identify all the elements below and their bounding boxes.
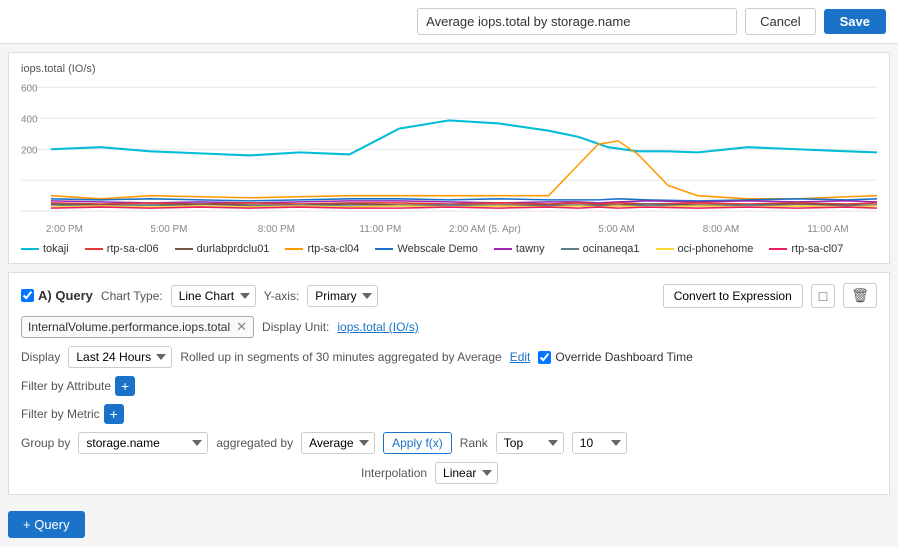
header-bar: Cancel Save: [0, 0, 898, 44]
legend-durlabprdclu01: durlabprdclu01: [175, 243, 270, 255]
display-unit-label: Display Unit:: [262, 320, 329, 334]
query-row-3: Display Last 24 Hours Rolled up in segme…: [21, 346, 877, 368]
aggregated-by-select[interactable]: Average: [301, 432, 375, 454]
query-checkbox[interactable]: [21, 289, 34, 302]
svg-text:11:00 PM: 11:00 PM: [359, 224, 401, 235]
rolled-text: Rolled up in segments of 30 minutes aggr…: [180, 350, 501, 364]
filter-attribute-label: Filter by Attribute: [21, 379, 111, 393]
legend-webscale-demo: Webscale Demo: [375, 243, 478, 255]
legend-tawny: tawny: [494, 243, 545, 255]
query-label: A) Query: [38, 288, 93, 303]
aggregated-by-label: aggregated by: [216, 436, 293, 450]
metric-tag: InternalVolume.performance.iops.total ✕: [21, 316, 254, 338]
display-unit-value[interactable]: iops.total (IO/s): [337, 320, 418, 334]
metric-tag-remove[interactable]: ✕: [236, 319, 247, 335]
query-row-1: A) Query Chart Type: Line Chart Y-axis: …: [21, 283, 877, 308]
svg-text:8:00 AM: 8:00 AM: [703, 224, 739, 235]
delete-icon-button[interactable]: 🗑: [843, 283, 877, 308]
svg-text:5:00 AM: 5:00 AM: [598, 224, 634, 235]
svg-text:11:00 AM: 11:00 AM: [807, 224, 848, 235]
override-label[interactable]: Override Dashboard Time: [538, 350, 692, 364]
query-row-interpolation: Interpolation Linear Step: [361, 462, 877, 484]
svg-text:2:00 PM: 2:00 PM: [46, 224, 83, 235]
svg-text:600: 600: [21, 83, 38, 94]
query-row-filter-attr: Filter by Attribute +: [21, 376, 877, 396]
cancel-button[interactable]: Cancel: [745, 8, 815, 35]
save-button[interactable]: Save: [824, 9, 886, 34]
chart-type-select[interactable]: Line Chart: [171, 285, 256, 307]
legend-ocinaneqa1: ocinaneqa1: [561, 243, 640, 255]
edit-link[interactable]: Edit: [510, 350, 531, 364]
convert-to-expression-button[interactable]: Convert to Expression: [663, 284, 803, 308]
query-section: A) Query Chart Type: Line Chart Y-axis: …: [8, 272, 890, 495]
time-range-select[interactable]: Last 24 Hours: [68, 346, 172, 368]
override-checkbox[interactable]: [538, 351, 551, 364]
chart-area: 600 400 200 2:00 PM 5:00 PM: [21, 77, 877, 237]
y-axis-select[interactable]: Primary: [307, 285, 378, 307]
svg-text:8:00 PM: 8:00 PM: [258, 224, 295, 235]
legend-rtp-sa-cl07: rtp-sa-cl07: [769, 243, 843, 255]
rank-number-select[interactable]: 10 5 20: [572, 432, 627, 454]
group-by-label: Group by: [21, 436, 70, 450]
query-row-group: Group by storage.name aggregated by Aver…: [21, 432, 877, 454]
interpolation-label: Interpolation: [361, 466, 427, 480]
filter-attribute-add-button[interactable]: +: [115, 376, 135, 396]
y-axis-label: Y-axis:: [264, 289, 300, 303]
svg-text:2:00 AM (5. Apr): 2:00 AM (5. Apr): [449, 224, 521, 235]
filter-metric-container: Filter by Metric +: [21, 404, 124, 424]
svg-text:200: 200: [21, 145, 38, 156]
display-label: Display: [21, 350, 60, 364]
rank-label: Rank: [460, 436, 488, 450]
chart-legend: tokaji rtp-sa-cl06 durlabprdclu01 rtp-sa…: [21, 243, 877, 255]
interpolation-select[interactable]: Linear Step: [435, 462, 498, 484]
svg-text:5:00 PM: 5:00 PM: [150, 224, 187, 235]
chart-section: iops.total (IO/s) 600 400 200: [8, 52, 890, 264]
apply-fx-button[interactable]: Apply f(x): [383, 432, 452, 454]
add-query-button[interactable]: + Query: [8, 511, 85, 538]
title-input[interactable]: [417, 8, 737, 35]
chart-type-label: Chart Type:: [101, 289, 163, 303]
filter-metric-add-button[interactable]: +: [104, 404, 124, 424]
legend-rtp-sa-cl06: rtp-sa-cl06: [85, 243, 159, 255]
query-row-2: InternalVolume.performance.iops.total ✕ …: [21, 316, 877, 338]
add-query-section: + Query: [0, 503, 898, 546]
rank-select[interactable]: Top Bottom: [496, 432, 564, 454]
filter-metric-label: Filter by Metric: [21, 407, 100, 421]
copy-icon-button[interactable]: □: [811, 284, 835, 308]
query-row-filter-metric: Filter by Metric +: [21, 404, 877, 424]
legend-tokaji: tokaji: [21, 243, 69, 255]
svg-text:400: 400: [21, 114, 38, 125]
chart-y-label: iops.total (IO/s): [21, 63, 877, 75]
chart-svg: 600 400 200 2:00 PM 5:00 PM: [21, 77, 877, 237]
group-by-select[interactable]: storage.name: [78, 432, 208, 454]
legend-rtp-sa-cl04: rtp-sa-cl04: [285, 243, 359, 255]
filter-attribute-container: Filter by Attribute +: [21, 376, 135, 396]
query-checkbox-label[interactable]: A) Query: [21, 288, 93, 303]
legend-oci-phonehome: oci-phonehome: [656, 243, 754, 255]
